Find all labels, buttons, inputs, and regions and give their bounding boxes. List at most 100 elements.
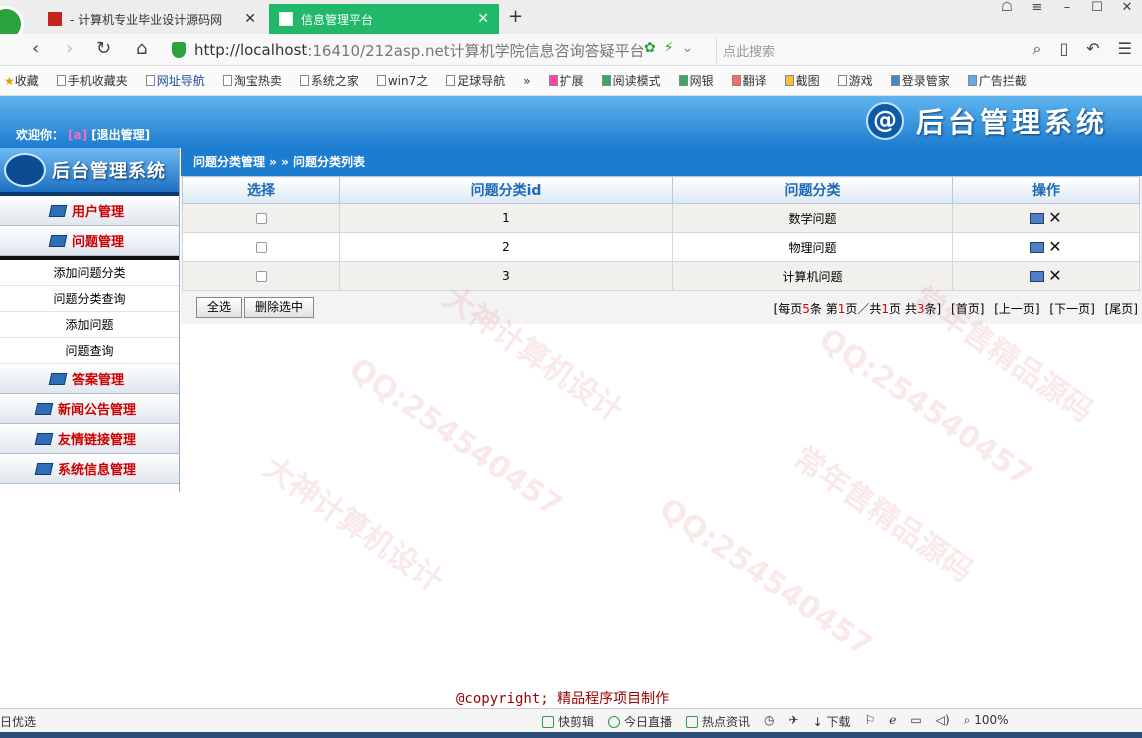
- phone-icon[interactable]: ▯: [1059, 39, 1068, 59]
- submenu-add-question[interactable]: 添加问题: [0, 312, 179, 338]
- menu-icon[interactable]: ☰: [1118, 39, 1132, 59]
- table-row: 1 数学问题 ✕: [182, 203, 1140, 233]
- browser-tab-bar: - 计算机专业毕业设计源码网 ✕ 信息管理平台 ✕ + ☖ ≡ – ☐ ✕: [0, 0, 1142, 42]
- lightning-icon[interactable]: ⚡: [664, 40, 674, 56]
- window-controls: ☖ ≡ – ☐ ✕: [998, 0, 1136, 15]
- delete-icon[interactable]: ✕: [1048, 210, 1061, 226]
- zoom-icon: ⌕: [963, 713, 971, 727]
- status-item-clock[interactable]: ◷: [764, 713, 774, 730]
- submenu-category-query[interactable]: 问题分类查询: [0, 286, 179, 312]
- navigation-bar: ‹ › ↻ ⌂ http://localhost :16410/212asp.n…: [0, 34, 1142, 66]
- copyright: @copyright; 精品程序项目制作: [456, 691, 670, 707]
- delete-icon[interactable]: ✕: [1048, 268, 1061, 284]
- bookmark-item[interactable]: 游戏: [834, 72, 873, 89]
- sidebar-item-links[interactable]: 友情链接管理: [0, 424, 179, 454]
- status-item-ie[interactable]: ℯ: [889, 713, 896, 730]
- at-sign-icon: @: [865, 102, 904, 140]
- submenu-question-query[interactable]: 问题查询: [0, 338, 179, 364]
- status-item-pin[interactable]: ✈: [789, 713, 799, 730]
- refresh-icon[interactable]: ↻: [96, 38, 111, 59]
- status-bar: 日优选 快剪辑 今日直播 热点资讯 ◷ ✈ ↓ 下载 ⚐ ℯ ▭ ◁) ⌕ 10…: [0, 708, 1142, 732]
- row-checkbox[interactable]: [255, 271, 267, 282]
- status-item-news[interactable]: 热点资讯: [686, 713, 750, 730]
- row-checkbox[interactable]: [255, 242, 267, 253]
- bookmark-item[interactable]: ★收藏: [0, 72, 39, 89]
- edit-icon[interactable]: [1030, 271, 1045, 282]
- undo-icon[interactable]: ↶: [1086, 39, 1099, 59]
- id-cell: 3: [339, 261, 673, 291]
- row-checkbox[interactable]: [255, 213, 267, 224]
- column-header: 操作: [952, 176, 1140, 204]
- sidebar-logo: 后台管理系统: [0, 148, 179, 196]
- close-icon[interactable]: ✕: [477, 11, 489, 27]
- bookmark-item[interactable]: 足球导航: [442, 72, 505, 89]
- bookmark-item[interactable]: 系统之家: [296, 72, 359, 89]
- close-window-icon[interactable]: ✕: [1118, 0, 1136, 15]
- status-item-flag[interactable]: ⚐: [865, 713, 876, 730]
- tab-source-site[interactable]: - 计算机专业毕业设计源码网 ✕: [38, 4, 266, 34]
- sidebar-item-system-info[interactable]: 系统信息管理: [0, 454, 179, 484]
- search-input[interactable]: 点此搜索: [716, 37, 1020, 63]
- bookmarks-bar: ★收藏 手机收藏夹 网址导航 淘宝热卖 系统之家 win7之 足球导航 » 扩展…: [0, 66, 1142, 96]
- address-bar[interactable]: http://localhost :16410/212asp.net计算机学院信…: [172, 37, 709, 63]
- status-item-window[interactable]: ▭: [910, 713, 921, 730]
- main-content: 问题分类管理 » » 问题分类列表 选择 问题分类id 问题分类 操作 1 数学…: [181, 148, 1142, 324]
- bookmark-item[interactable]: 阅读模式: [598, 72, 661, 89]
- sidebar-item-users[interactable]: 用户管理: [0, 196, 179, 226]
- bookmark-item[interactable]: 登录管家: [887, 72, 950, 89]
- sidebar-item-news[interactable]: 新闻公告管理: [0, 394, 179, 424]
- key-icon: [890, 75, 900, 86]
- table-header-row: 选择 问题分类id 问题分类 操作: [182, 176, 1140, 204]
- bookmark-item[interactable]: 手机收藏夹: [53, 72, 128, 89]
- category-cell: 物理问题: [672, 232, 953, 262]
- status-item-clip[interactable]: 快剪辑: [542, 713, 594, 730]
- folder-icon: [34, 462, 54, 475]
- prev-page-link[interactable]: [上一页]: [994, 302, 1039, 316]
- status-item-volume[interactable]: ◁): [936, 713, 950, 730]
- bookmarks-overflow[interactable]: »: [519, 74, 530, 88]
- forward-icon[interactable]: ›: [66, 38, 73, 59]
- bookmark-item[interactable]: 网银: [675, 72, 714, 89]
- first-page-link[interactable]: [首页]: [951, 302, 984, 316]
- home-icon[interactable]: ⌂: [136, 38, 147, 59]
- bookmark-item[interactable]: 翻译: [728, 72, 767, 89]
- submenu-add-category[interactable]: 添加问题分类: [0, 260, 179, 286]
- sidebar-item-answers[interactable]: 答案管理: [0, 364, 179, 394]
- per-page-count: 5: [802, 302, 810, 316]
- select-all-button[interactable]: 全选: [196, 297, 243, 318]
- dropdown-icon[interactable]: ⌄: [682, 40, 694, 56]
- bookmark-item[interactable]: 截图: [781, 72, 820, 89]
- maximize-icon[interactable]: ☐: [1088, 0, 1106, 15]
- delete-icon[interactable]: ✕: [1048, 239, 1061, 255]
- menu-icon[interactable]: ≡: [1028, 0, 1046, 15]
- edit-icon[interactable]: [1030, 242, 1045, 253]
- logout-link[interactable]: [退出管理]: [91, 128, 150, 142]
- edit-icon[interactable]: [1030, 213, 1045, 224]
- extension-icon: [548, 75, 558, 86]
- tab-admin-platform[interactable]: 信息管理平台 ✕: [269, 4, 499, 34]
- sidebar-item-questions[interactable]: 问题管理: [0, 226, 179, 256]
- bookmark-item[interactable]: 扩展: [545, 72, 584, 89]
- bookmark-item[interactable]: 淘宝热卖: [219, 72, 282, 89]
- next-page-link[interactable]: [下一页]: [1049, 302, 1094, 316]
- last-page-link[interactable]: [尾页]: [1105, 302, 1138, 316]
- select-cell: [182, 261, 340, 291]
- bookmark-item[interactable]: 网址导航: [142, 72, 205, 89]
- speed-mode-icon[interactable]: ✿: [644, 40, 656, 56]
- status-item-live[interactable]: 今日直播: [608, 713, 672, 730]
- back-icon[interactable]: ‹: [32, 38, 39, 59]
- status-left-text[interactable]: 日优选: [0, 713, 36, 730]
- new-tab-button[interactable]: +: [508, 6, 523, 27]
- minimize-icon[interactable]: –: [1058, 0, 1076, 15]
- bookmark-item[interactable]: 广告拦截: [964, 72, 1027, 89]
- status-items: 快剪辑 今日直播 热点资讯 ◷ ✈ ↓ 下载 ⚐ ℯ ▭ ◁) ⌕ 100%: [542, 713, 1009, 730]
- status-item-download[interactable]: ↓ 下载: [813, 713, 851, 730]
- page-icon: [222, 75, 232, 86]
- bookmark-item[interactable]: win7之: [373, 72, 428, 89]
- status-item-zoom[interactable]: ⌕ 100%: [964, 713, 1009, 730]
- game-icon: [837, 75, 847, 86]
- skin-icon[interactable]: ☖: [998, 0, 1016, 15]
- close-icon[interactable]: ✕: [244, 11, 256, 27]
- search-icon[interactable]: ⌕: [1032, 39, 1041, 59]
- delete-selected-button[interactable]: 删除选中: [244, 297, 315, 318]
